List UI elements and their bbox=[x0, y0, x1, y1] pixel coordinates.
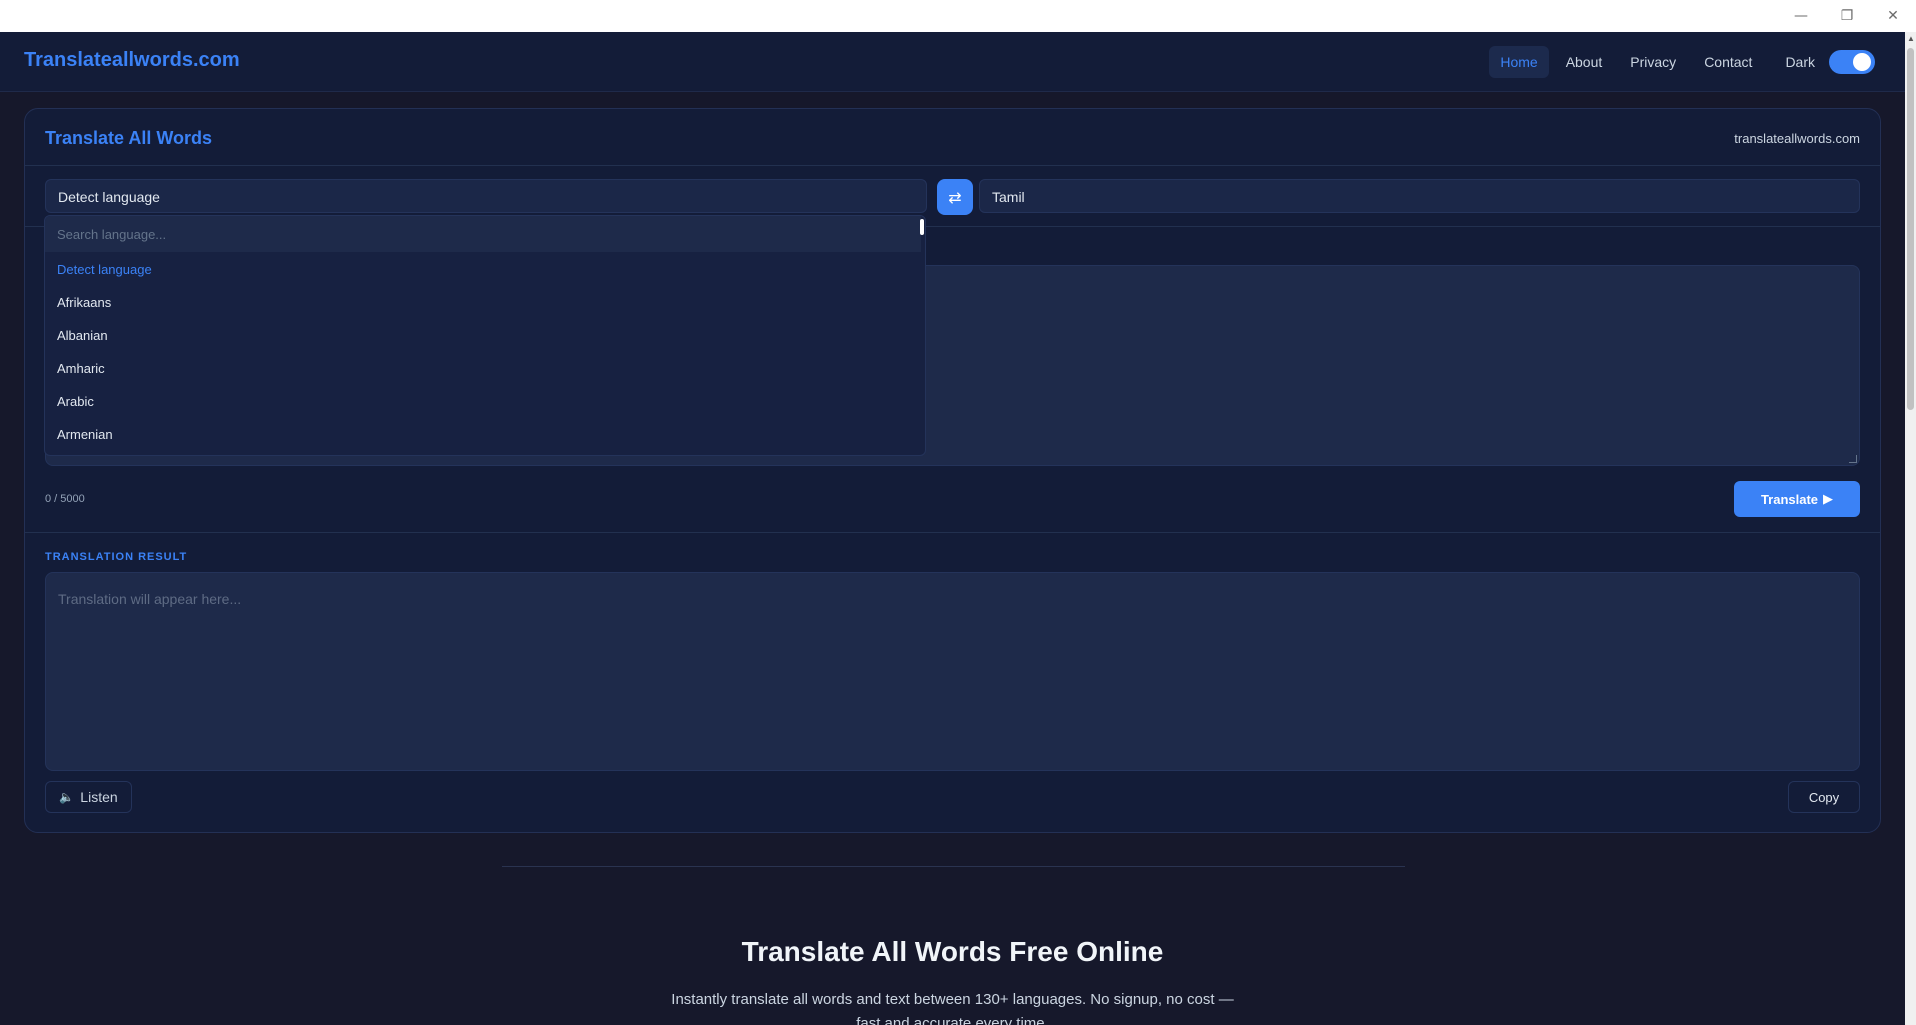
scroll-up-arrow-icon[interactable]: ▲ bbox=[1907, 34, 1915, 43]
nav-about[interactable]: About bbox=[1555, 46, 1614, 78]
result-section-label: TRANSLATION RESULT bbox=[45, 551, 188, 563]
card-header: Translate All Words translateallwords.co… bbox=[25, 109, 1880, 166]
language-option[interactable]: Afrikaans bbox=[45, 285, 921, 318]
speaker-icon: 🔈 bbox=[59, 790, 75, 804]
resize-grip-icon[interactable] bbox=[1849, 455, 1857, 463]
minimize-window-icon[interactable]: — bbox=[1778, 0, 1824, 32]
scrollbar-thumb[interactable] bbox=[1907, 48, 1914, 410]
swap-icon: ⇄ bbox=[948, 187, 962, 207]
card-title: Translate All Words bbox=[45, 128, 213, 148]
listen-label: Listen bbox=[80, 789, 118, 805]
section-divider bbox=[502, 866, 1405, 867]
dropdown-scrollbar-thumb[interactable] bbox=[920, 219, 924, 235]
hero-title: Translate All Words Free Online bbox=[741, 936, 1164, 967]
maximize-window-icon[interactable]: ❐ bbox=[1824, 0, 1870, 32]
language-option[interactable]: Armenian bbox=[45, 417, 921, 450]
toggle-knob bbox=[1853, 53, 1871, 71]
language-option[interactable]: Albanian bbox=[45, 318, 921, 351]
output-placeholder: Translation will appear here... bbox=[58, 591, 242, 607]
language-search-input[interactable]: Search language... bbox=[45, 216, 921, 252]
language-option[interactable]: Amharic bbox=[45, 351, 921, 384]
close-window-icon[interactable]: ✕ bbox=[1870, 0, 1916, 32]
nav-contact[interactable]: Contact bbox=[1693, 46, 1763, 78]
translate-label: Translate bbox=[1760, 491, 1819, 507]
card-site-label: translateallwords.com bbox=[1734, 131, 1860, 146]
language-options-list: Detect language Afrikaans Albanian Amhar… bbox=[45, 252, 921, 450]
translation-output[interactable]: Translation will appear here... bbox=[45, 572, 1860, 771]
nav-home[interactable]: Home bbox=[1489, 46, 1549, 78]
brand-logo-link[interactable]: Translateallwords.com bbox=[24, 49, 240, 72]
copy-button[interactable]: Copy bbox=[1788, 781, 1860, 813]
nav-privacy[interactable]: Privacy bbox=[1619, 46, 1687, 78]
window-titlebar: — ❐ ✕ bbox=[0, 0, 1916, 32]
page-scrollbar[interactable]: ▲ bbox=[1905, 32, 1916, 1025]
hero-subtitle: Instantly translate all words and text b… bbox=[671, 991, 1234, 1025]
nav-menu: Home About Privacy Contact Dark bbox=[1489, 46, 1875, 78]
divider bbox=[25, 532, 1880, 533]
top-navbar: Translateallwords.com Home About Privacy… bbox=[0, 32, 1905, 92]
theme-label: Dark bbox=[1785, 54, 1815, 70]
translate-button[interactable]: Translate ▶ bbox=[1734, 481, 1860, 517]
play-icon: ▶ bbox=[1823, 491, 1834, 506]
swap-languages-button[interactable]: ⇄ bbox=[937, 179, 973, 215]
language-option[interactable]: Detect language bbox=[45, 252, 921, 285]
listen-button[interactable]: 🔈 Listen bbox=[45, 781, 132, 813]
language-option[interactable]: Arabic bbox=[45, 384, 921, 417]
dark-mode-toggle[interactable] bbox=[1829, 50, 1875, 74]
char-counter: 0 / 5000 bbox=[45, 493, 85, 505]
target-language-select[interactable]: Tamil bbox=[979, 179, 1860, 213]
dropdown-scrollbar[interactable] bbox=[919, 216, 925, 455]
source-language-select[interactable]: Detect language bbox=[45, 179, 927, 213]
language-dropdown: Search language... Detect language Afrik… bbox=[44, 215, 926, 456]
